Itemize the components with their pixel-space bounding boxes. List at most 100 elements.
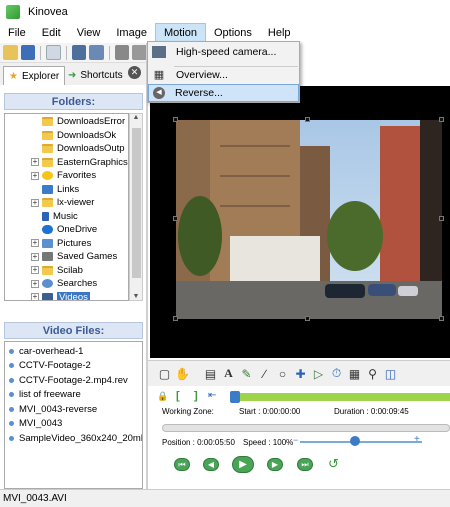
tree-item[interactable]: + EasternGraphics bbox=[5, 156, 128, 170]
reverse-icon: ◀ bbox=[153, 87, 165, 99]
menu-edit[interactable]: Edit bbox=[34, 23, 69, 43]
menu-view[interactable]: View bbox=[69, 23, 109, 43]
tree-item[interactable]: + lx-viewer bbox=[5, 196, 94, 210]
expand-icon[interactable]: + bbox=[31, 198, 39, 207]
resize-handle-bottom-left[interactable] bbox=[173, 316, 178, 321]
folder-tree-scrollbar[interactable]: ▲ ▼ bbox=[129, 113, 143, 301]
comment-icon[interactable]: ▤ bbox=[204, 367, 217, 381]
magnifier-icon[interactable]: ⚲ bbox=[366, 367, 379, 381]
tree-item[interactable]: DownloadsOutp bbox=[5, 142, 125, 156]
play-button[interactable]: ▶ bbox=[232, 456, 254, 473]
tree-item[interactable]: DownloadsOk bbox=[5, 129, 116, 143]
speed-slider-thumb[interactable] bbox=[349, 436, 360, 446]
previous-frame-button[interactable]: ◀ bbox=[203, 458, 219, 471]
tree-item[interactable]: + Videos bbox=[5, 291, 90, 301]
file-list-item[interactable]: CCTV-Footage-2 bbox=[5, 359, 142, 374]
timeline-cursor[interactable] bbox=[230, 391, 240, 403]
file-list-item[interactable]: MVI_0043 bbox=[5, 417, 142, 432]
working-zone-timeline[interactable] bbox=[230, 391, 450, 403]
tree-item[interactable]: + Favorites bbox=[5, 169, 96, 183]
scroll-up-icon[interactable]: ▲ bbox=[130, 114, 142, 121]
last-frame-button[interactable]: ⏭ bbox=[297, 458, 313, 471]
tree-item[interactable]: + Scilab bbox=[5, 264, 83, 278]
tree-item[interactable]: Links bbox=[5, 183, 79, 197]
seek-bar[interactable] bbox=[162, 424, 450, 432]
resize-handle-top-left[interactable] bbox=[173, 117, 178, 122]
expand-icon[interactable]: + bbox=[31, 158, 39, 167]
menu-options[interactable]: Options bbox=[206, 23, 260, 43]
video-viewport[interactable] bbox=[150, 86, 450, 358]
save-icon[interactable] bbox=[20, 45, 36, 60]
close-icon[interactable]: ✕ bbox=[128, 66, 141, 79]
tree-item[interactable]: + Searches bbox=[5, 277, 97, 291]
loop-icon[interactable]: ↺ bbox=[328, 456, 339, 472]
resize-handle-top[interactable] bbox=[305, 117, 310, 122]
expand-icon[interactable]: + bbox=[31, 266, 39, 275]
expand-icon[interactable]: + bbox=[31, 171, 39, 180]
folders-panel: Folders: DownloadsError DownloadsOk Downlo… bbox=[4, 93, 143, 308]
circle-icon[interactable]: ○ bbox=[276, 367, 289, 381]
expand-icon[interactable]: + bbox=[31, 293, 39, 300]
video-file-list: car-overhead-1 CCTV-Footage-2 CCTV-Footage… bbox=[4, 341, 143, 489]
menu-image[interactable]: Image bbox=[108, 23, 155, 43]
file-list-item[interactable]: MVI_0043-reverse bbox=[5, 402, 142, 417]
expand-icon[interactable]: + bbox=[31, 279, 39, 288]
chrono-icon[interactable]: ⏱ bbox=[330, 366, 343, 380]
capture-dual-icon[interactable] bbox=[132, 45, 147, 60]
hand-icon[interactable]: ✋ bbox=[175, 367, 190, 381]
tree-item[interactable]: OneDrive bbox=[5, 223, 97, 237]
speed-plus-icon[interactable]: + bbox=[414, 434, 420, 445]
tab-shortcuts-label: Shortcuts bbox=[80, 70, 123, 81]
tree-item[interactable]: + Saved Games bbox=[5, 250, 117, 264]
resize-handle-right[interactable] bbox=[439, 216, 444, 221]
tree-item[interactable]: + Pictures bbox=[5, 237, 91, 251]
pencil-icon[interactable]: ✎ bbox=[240, 367, 253, 381]
angle-icon[interactable]: ▷ bbox=[312, 367, 325, 381]
file-list-item[interactable]: list of freeware bbox=[5, 388, 142, 403]
resize-handle-bottom-right[interactable] bbox=[439, 316, 444, 321]
tab-shortcuts[interactable]: ➜ Shortcuts bbox=[63, 66, 128, 85]
open-folder-icon[interactable] bbox=[3, 45, 18, 60]
capture-icon[interactable] bbox=[114, 45, 130, 60]
line-icon[interactable]: ∕ bbox=[258, 367, 271, 381]
tree-item-label: Videos bbox=[57, 291, 90, 301]
next-frame-button[interactable]: ▶ bbox=[267, 458, 283, 471]
menu-help[interactable]: Help bbox=[260, 23, 299, 43]
zone-reset-icon[interactable]: ⇤ bbox=[208, 390, 216, 401]
dual-player-icon[interactable] bbox=[89, 45, 104, 60]
bullet-icon bbox=[9, 348, 14, 354]
file-list-item[interactable]: SampleVideo_360x240_20mb bbox=[5, 431, 142, 446]
plane-icon[interactable]: ◫ bbox=[384, 367, 397, 381]
grid-icon[interactable]: ▦ bbox=[348, 367, 361, 381]
zone-start-marker[interactable]: [ bbox=[176, 390, 180, 402]
resize-handle-left[interactable] bbox=[173, 216, 178, 221]
resize-handle-top-right[interactable] bbox=[439, 117, 444, 122]
menu-file[interactable]: File bbox=[0, 23, 34, 43]
single-player-icon[interactable] bbox=[71, 45, 87, 60]
menu-motion[interactable]: Motion bbox=[154, 23, 206, 43]
first-frame-button[interactable]: ⏮ bbox=[174, 458, 190, 471]
menu-item-high-speed-camera[interactable]: High-speed camera... bbox=[148, 43, 299, 61]
file-name: MVI_0043 bbox=[19, 418, 63, 430]
tab-explorer[interactable]: ★ Explorer bbox=[3, 66, 66, 85]
expand-icon[interactable]: + bbox=[31, 239, 39, 248]
add-keyframe-icon[interactable]: ▢ bbox=[158, 367, 171, 381]
lock-icon[interactable]: 🔒 bbox=[157, 391, 168, 402]
link-icon bbox=[42, 184, 53, 194]
tree-item[interactable]: DownloadsError bbox=[5, 115, 125, 129]
menu-item-overview[interactable]: ▦ Overview... bbox=[148, 66, 299, 84]
file-list-item[interactable]: CCTV-Footage-2.mp4.rev bbox=[5, 373, 142, 388]
tree-item[interactable]: Music bbox=[5, 210, 78, 224]
speed-slider-track[interactable] bbox=[300, 441, 422, 443]
layout-icon[interactable] bbox=[46, 45, 61, 60]
text-tool-icon[interactable]: A bbox=[222, 366, 235, 380]
file-list-item[interactable]: car-overhead-1 bbox=[5, 344, 142, 359]
expand-icon[interactable]: + bbox=[31, 252, 39, 261]
zone-end-marker[interactable]: ] bbox=[194, 390, 198, 402]
scroll-thumb[interactable] bbox=[132, 128, 141, 278]
cross-marker-icon[interactable]: ✚ bbox=[294, 367, 307, 381]
menu-item-reverse[interactable]: ◀ Reverse... bbox=[148, 84, 299, 102]
resize-handle-bottom[interactable] bbox=[305, 316, 310, 321]
scroll-down-icon[interactable]: ▼ bbox=[130, 293, 142, 300]
speed-minus-icon[interactable]: − bbox=[293, 435, 298, 445]
